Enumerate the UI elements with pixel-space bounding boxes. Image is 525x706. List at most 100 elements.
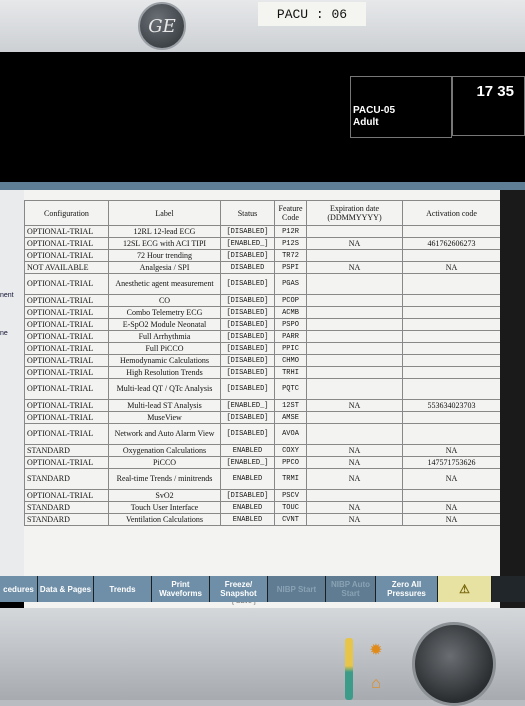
table-header-row: Configuration Label Status Feature Code …	[24, 200, 501, 226]
row-status[interactable]: [DISABLED]	[220, 294, 275, 307]
table-row[interactable]: STANDARD Oxygenation Calculations ENABLED C…	[24, 444, 501, 457]
softkey-bar: cedures Data & Pages Trends Print Wavefo…	[0, 576, 525, 602]
row-status[interactable]: [DISABLED]	[220, 366, 275, 379]
row-status[interactable]: [DISABLED]	[220, 354, 275, 367]
table-row[interactable]: OPTIONAL-TRIAL CO [DISABLED] PCOP	[24, 294, 501, 307]
softkey-nibp-auto-start[interactable]: NIBP Auto Start	[326, 576, 376, 602]
table-row[interactable]: STANDARD Real-time Trends / minitrends ENA…	[24, 468, 501, 490]
row-configuration: OPTIONAL-TRIAL	[24, 225, 109, 238]
table-row[interactable]: OPTIONAL-TRIAL 12RL 12-lead ECG [DISABLED]…	[24, 225, 501, 238]
softkey-trends[interactable]: Trends	[94, 576, 152, 602]
trim-knob[interactable]	[412, 622, 496, 706]
row-configuration: OPTIONAL-TRIAL	[24, 294, 109, 307]
row-activation: 147571753626	[402, 456, 501, 469]
row-label: Full PiCCO	[108, 342, 221, 355]
row-status[interactable]: DISABLED	[220, 261, 275, 274]
row-feature-code: ACMB	[274, 306, 307, 319]
dialog-scroll-edge[interactable]	[500, 190, 525, 614]
table-row[interactable]: OPTIONAL-TRIAL MuseView [DISABLED] AMSE	[24, 411, 501, 424]
softkey-nibp-start[interactable]: NIBP Start	[268, 576, 326, 602]
table-row[interactable]: OPTIONAL-TRIAL Hemodynamic Calculations [D…	[24, 354, 501, 367]
softkey-zero-all-pressures[interactable]: Zero All Pressures	[376, 576, 438, 602]
row-status[interactable]: [DISABLED]	[220, 306, 275, 319]
row-status[interactable]: [DISABLED]	[220, 249, 275, 262]
row-activation	[402, 411, 501, 424]
row-label: Touch User Interface	[108, 501, 221, 514]
table-row[interactable]: STANDARD Touch User Interface ENABLED TOUC N…	[24, 501, 501, 514]
row-label: PiCCO	[108, 456, 221, 469]
row-activation: NA	[402, 501, 501, 514]
row-activation: NA	[402, 468, 501, 490]
row-configuration: STANDARD	[24, 501, 109, 514]
row-feature-code: AMSE	[274, 411, 307, 424]
table-row[interactable]: OPTIONAL-TRIAL PiCCO [ENABLED_] PPCO NA 14757…	[24, 456, 501, 469]
row-configuration: OPTIONAL-TRIAL	[24, 354, 109, 367]
bell-alarm-icon[interactable]: ⚠	[438, 576, 492, 602]
row-status[interactable]: ENABLED	[220, 468, 275, 490]
header-activation: Activation code	[402, 200, 501, 226]
row-status[interactable]: ENABLED	[220, 501, 275, 514]
row-expiration	[306, 354, 403, 367]
row-expiration	[306, 378, 403, 400]
row-status[interactable]: [DISABLED]	[220, 423, 275, 445]
row-status[interactable]: [DISABLED]	[220, 378, 275, 400]
row-status[interactable]: [ENABLED_]	[220, 456, 275, 469]
side-menu-item[interactable]: nent	[0, 292, 14, 299]
status-led-bar	[345, 638, 353, 700]
row-configuration: OPTIONAL-TRIAL	[24, 456, 109, 469]
row-label: Multi-lead ST Analysis	[108, 399, 221, 412]
row-configuration: STANDARD	[24, 468, 109, 490]
row-feature-code: PPCO	[274, 456, 307, 469]
row-status[interactable]: [DISABLED]	[220, 342, 275, 355]
row-status[interactable]: ENABLED	[220, 444, 275, 457]
row-activation	[402, 342, 501, 355]
table-row[interactable]: OPTIONAL-TRIAL Full Arrhythmia [DISABLED] P…	[24, 330, 501, 343]
row-status[interactable]: [DISABLED]	[220, 318, 275, 331]
table-row[interactable]: OPTIONAL-TRIAL Combo Telemetry ECG [DISABL…	[24, 306, 501, 319]
patient-info-box[interactable]: PACU-05 Adult	[350, 76, 452, 138]
softkey-data-pages[interactable]: Data & Pages	[38, 576, 94, 602]
row-status[interactable]: [DISABLED]	[220, 330, 275, 343]
row-feature-code: PSPI	[274, 261, 307, 274]
table-row[interactable]: OPTIONAL-TRIAL 72 Hour trending [DISABLED]…	[24, 249, 501, 262]
patient-bed: PACU-05	[353, 105, 396, 116]
row-configuration: NOT AVAILABLE	[24, 261, 109, 274]
row-feature-code: PQTC	[274, 378, 307, 400]
table-row[interactable]: OPTIONAL-TRIAL Network and Auto Alarm Vie…	[24, 423, 501, 445]
softkey-print-waveforms[interactable]: Print Waveforms	[152, 576, 210, 602]
table-row[interactable]: STANDARD Ventilation Calculations ENABLED C…	[24, 513, 501, 526]
table-row[interactable]: NOT AVAILABLE Analgesia / SPI DISABLED PSPI…	[24, 261, 501, 274]
table-row[interactable]: OPTIONAL-TRIAL Anesthetic agent measureme…	[24, 273, 501, 295]
table-row[interactable]: OPTIONAL-TRIAL E-SpO2 Module Neonatal [DIS…	[24, 318, 501, 331]
row-status[interactable]: [DISABLED]	[220, 273, 275, 295]
row-status[interactable]: [DISABLED]	[220, 225, 275, 238]
row-feature-code: PCOP	[274, 294, 307, 307]
home-icon[interactable]: ⌂	[362, 672, 390, 696]
alarm-light-icon[interactable]: ✹	[362, 638, 390, 662]
row-expiration	[306, 306, 403, 319]
softkey-freeze-snapshot[interactable]: Freeze/ Snapshot	[210, 576, 268, 602]
table-row[interactable]: OPTIONAL-TRIAL High Resolution Trends [DIS…	[24, 366, 501, 379]
row-feature-code: PSPO	[274, 318, 307, 331]
logo-text: GE	[148, 15, 176, 37]
table-row[interactable]: OPTIONAL-TRIAL Multi-lead ST Analysis [ENA…	[24, 399, 501, 412]
row-status[interactable]: ENABLED	[220, 513, 275, 526]
softkey-procedures[interactable]: cedures	[0, 576, 38, 602]
row-status[interactable]: [ENABLED_]	[220, 399, 275, 412]
row-status[interactable]: [ENABLED_]	[220, 237, 275, 250]
row-feature-code: PARR	[274, 330, 307, 343]
header-bar: PACU-05 Adult 17 35	[0, 56, 525, 186]
row-label: Anesthetic agent measurement	[108, 273, 221, 295]
table-row[interactable]: OPTIONAL-TRIAL SvO2 [DISABLED] PSCV	[24, 489, 501, 502]
table-row[interactable]: OPTIONAL-TRIAL 12SL ECG with ACI TIPI [ENA…	[24, 237, 501, 250]
row-label: Combo Telemetry ECG	[108, 306, 221, 319]
row-activation	[402, 306, 501, 319]
side-menu-item[interactable]: ne	[0, 330, 8, 337]
row-feature-code: AVOA	[274, 423, 307, 445]
row-status[interactable]: [DISABLED]	[220, 489, 275, 502]
row-expiration: NA	[306, 456, 403, 469]
table-row[interactable]: OPTIONAL-TRIAL Multi-lead QT / QTc Analys…	[24, 378, 501, 400]
table-row[interactable]: OPTIONAL-TRIAL Full PiCCO [DISABLED] PPIC	[24, 342, 501, 355]
row-feature-code: PGAS	[274, 273, 307, 295]
row-status[interactable]: [DISABLED]	[220, 411, 275, 424]
